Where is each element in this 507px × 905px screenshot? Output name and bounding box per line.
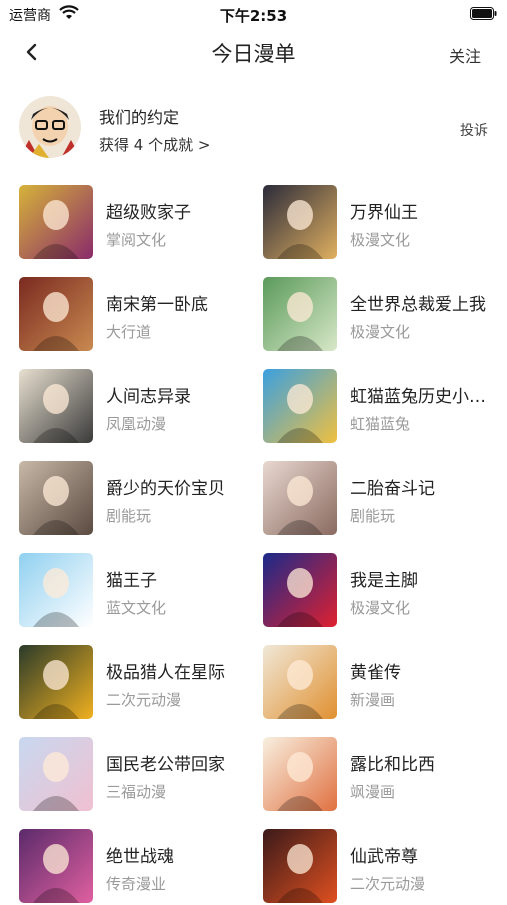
comic-item[interactable]: 南宋第一卧底 大行道 <box>19 277 259 353</box>
comic-item[interactable]: 国民老公带回家 三福动漫 <box>19 737 259 813</box>
comic-cover-image[interactable] <box>263 553 337 627</box>
comic-cover-image[interactable] <box>19 553 93 627</box>
comic-title: 全世界总裁爱上我 <box>350 295 486 315</box>
comic-publisher: 新漫画 <box>350 691 396 709</box>
comic-publisher: 掌阅文化 <box>106 231 167 249</box>
comic-publisher: 极漫文化 <box>350 599 411 617</box>
comic-cover-image[interactable] <box>263 369 337 443</box>
comic-title: 猫王子 <box>106 571 157 591</box>
comic-title: 黄雀传 <box>350 663 401 683</box>
comic-title: 绝世战魂 <box>106 847 174 867</box>
comic-publisher: 大行道 <box>106 323 152 341</box>
comic-item[interactable]: 仙武帝尊 二次元动漫 <box>263 829 503 905</box>
comic-publisher: 凤凰动漫 <box>106 415 167 433</box>
comic-item[interactable]: 虹猫蓝兔历史小剧场 虹猫蓝兔 <box>263 369 503 445</box>
comic-title: 人间志异录 <box>106 387 191 407</box>
comic-cover-image[interactable] <box>19 277 93 351</box>
comic-cover-image[interactable] <box>263 645 337 719</box>
comic-item[interactable]: 人间志异录 凤凰动漫 <box>19 369 259 445</box>
comic-publisher: 虹猫蓝兔 <box>350 415 411 433</box>
comic-title: 万界仙王 <box>350 203 418 223</box>
comic-publisher: 极漫文化 <box>350 323 411 341</box>
comic-item[interactable]: 露比和比西 飒漫画 <box>263 737 503 813</box>
comic-grid: 超级败家子 掌阅文化 万界仙王 极漫文化 南宋第一卧底 大行道 全世界总裁爱上我 极漫文化 人间… <box>0 0 507 903</box>
comic-item[interactable]: 黄雀传 新漫画 <box>263 645 503 721</box>
comic-title: 爵少的天价宝贝 <box>106 479 225 499</box>
comic-publisher: 二次元动漫 <box>106 691 182 709</box>
comic-item[interactable]: 猫王子 蓝文文化 <box>19 553 259 629</box>
comic-publisher: 传奇漫业 <box>106 875 167 893</box>
comic-item[interactable]: 二胎奋斗记 剧能玩 <box>263 461 503 537</box>
comic-cover-image[interactable] <box>263 461 337 535</box>
comic-cover-image[interactable] <box>19 737 93 811</box>
comic-publisher: 三福动漫 <box>106 783 167 801</box>
comic-cover-image[interactable] <box>263 829 337 903</box>
comic-item[interactable]: 我是主脚 极漫文化 <box>263 553 503 629</box>
comic-title: 南宋第一卧底 <box>106 295 208 315</box>
comic-cover-image[interactable] <box>19 829 93 903</box>
comic-publisher: 蓝文文化 <box>106 599 167 617</box>
comic-title: 我是主脚 <box>350 571 418 591</box>
comic-item[interactable]: 全世界总裁爱上我 极漫文化 <box>263 277 503 353</box>
comic-publisher: 剧能玩 <box>350 507 396 525</box>
comic-item[interactable]: 绝世战魂 传奇漫业 <box>19 829 259 905</box>
comic-title: 国民老公带回家 <box>106 755 225 775</box>
comic-item[interactable]: 极品猎人在星际 二次元动漫 <box>19 645 259 721</box>
comic-title: 极品猎人在星际 <box>106 663 225 683</box>
comic-item[interactable]: 爵少的天价宝贝 剧能玩 <box>19 461 259 537</box>
comic-title: 二胎奋斗记 <box>350 479 435 499</box>
comic-cover-image[interactable] <box>263 185 337 259</box>
comic-cover-image[interactable] <box>19 461 93 535</box>
comic-title: 虹猫蓝兔历史小剧场 <box>350 387 500 407</box>
comic-publisher: 二次元动漫 <box>350 875 426 893</box>
comic-publisher: 极漫文化 <box>350 231 411 249</box>
comic-cover-image[interactable] <box>263 737 337 811</box>
comic-title: 仙武帝尊 <box>350 847 418 867</box>
comic-cover-image[interactable] <box>263 277 337 351</box>
comic-cover-image[interactable] <box>19 185 93 259</box>
comic-title: 超级败家子 <box>106 203 191 223</box>
comic-item[interactable]: 超级败家子 掌阅文化 <box>19 185 259 261</box>
comic-item[interactable]: 万界仙王 极漫文化 <box>263 185 503 261</box>
comic-publisher: 剧能玩 <box>106 507 152 525</box>
comic-cover-image[interactable] <box>19 645 93 719</box>
comic-title: 露比和比西 <box>350 755 435 775</box>
comic-cover-image[interactable] <box>19 369 93 443</box>
comic-publisher: 飒漫画 <box>350 783 396 801</box>
